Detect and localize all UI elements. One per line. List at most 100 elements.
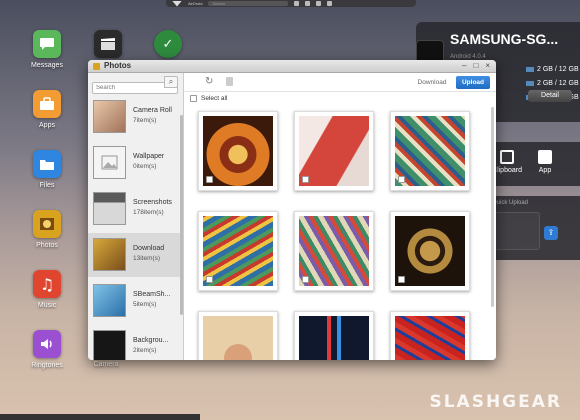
grid-icon[interactable] — [294, 1, 300, 6]
photo-checkbox[interactable] — [302, 176, 309, 183]
music-note-icon: ♫ — [33, 270, 61, 298]
select-all-checkbox[interactable] — [190, 95, 197, 102]
photos-icon — [33, 210, 61, 238]
photo-image — [203, 216, 273, 286]
photo-tile[interactable] — [390, 211, 470, 291]
upload-file-icon[interactable]: ⇪ — [544, 226, 558, 240]
photo-checkbox[interactable] — [206, 176, 213, 183]
close-button[interactable]: × — [485, 61, 490, 70]
album-item-screenshots[interactable]: Screenshots 178item(s) — [88, 187, 182, 231]
photo-checkbox[interactable] — [398, 176, 405, 183]
photo-image — [395, 316, 465, 360]
desktop-icon-label: Camera — [93, 361, 119, 368]
desktop-icon-label: Music — [37, 302, 57, 309]
photo-image — [299, 216, 369, 286]
album-name: Camera Roll — [133, 107, 172, 114]
app-tool[interactable]: App — [528, 150, 562, 174]
grid-scrollbar[interactable] — [491, 107, 494, 307]
settings-icon[interactable] — [305, 1, 311, 6]
photo-checkbox[interactable] — [398, 276, 405, 283]
desktop-icon-camera[interactable]: Camera — [76, 361, 136, 368]
window-titlebar[interactable]: Photos – □ × — [88, 60, 496, 73]
photo-checkbox[interactable] — [206, 276, 213, 283]
album-count: 7item(s) — [133, 117, 157, 124]
album-count: 0item(s) — [133, 163, 157, 170]
apps-icon — [33, 90, 61, 118]
storage-row: 2 GB / 12 GB — [526, 80, 579, 87]
top-search-input[interactable]: Search — [208, 1, 289, 6]
photo-tile[interactable] — [390, 111, 470, 191]
album-count: 5item(s) — [133, 301, 157, 308]
photo-tile[interactable] — [198, 211, 278, 291]
sidebar-scrollbar[interactable] — [180, 115, 183, 315]
desktop-icon-utility[interactable]: ✓ — [138, 30, 198, 58]
desktop-icon-label: Apps — [39, 122, 55, 129]
photo-tile[interactable] — [294, 111, 374, 191]
photo-image — [299, 116, 369, 186]
desktop-icon-label: Files — [39, 182, 55, 189]
select-all-label: Select all — [201, 95, 228, 102]
photo-tile[interactable] — [198, 111, 278, 191]
checkmark-icon: ✓ — [154, 30, 182, 58]
clipboard-label: Clipboard — [492, 167, 522, 174]
photo-tile[interactable] — [294, 211, 374, 291]
photo-image — [395, 216, 465, 286]
photo-image — [299, 316, 369, 360]
desktop-icon-files[interactable]: Files — [17, 150, 77, 189]
album-item-backgrounds[interactable]: Backgrou... 2item(s) — [88, 325, 182, 360]
maximize-button[interactable]: □ — [473, 61, 478, 70]
photo-tile[interactable] — [294, 311, 374, 360]
album-count: 178item(s) — [133, 209, 164, 216]
tools-panel: Clipboard App — [484, 142, 580, 186]
messages-icon — [33, 30, 61, 58]
album-thumbnail — [93, 238, 126, 271]
album-thumbnail — [93, 284, 126, 317]
download-button[interactable]: Download — [412, 76, 452, 89]
power-icon[interactable] — [327, 1, 333, 6]
photo-checkbox[interactable] — [302, 276, 309, 283]
upload-drop-zone[interactable] — [490, 212, 540, 250]
upload-button[interactable]: Upload — [456, 76, 490, 89]
clipboard-icon — [500, 150, 514, 164]
album-name: SBeamSh... — [133, 291, 171, 298]
album-item-sbeam[interactable]: SBeamSh... 5item(s) — [88, 279, 182, 323]
desktop-icon-label: Ringtones — [31, 362, 63, 369]
desktop-icon-messages[interactable]: Messages — [17, 30, 77, 69]
album-count: 13item(s) — [133, 255, 161, 262]
photo-tile[interactable] — [390, 311, 470, 360]
desktop-icon-label: Messages — [31, 62, 63, 69]
app-icon — [538, 150, 552, 164]
album-item-download[interactable]: Download 13item(s) — [88, 233, 182, 277]
photo-grid-area: ↻ Download Upload Select all — [184, 73, 496, 360]
minimize-button[interactable]: – — [462, 61, 466, 70]
desktop-icon-ringtones[interactable]: Ringtones — [17, 330, 77, 369]
photo-image — [203, 116, 273, 186]
album-sidebar: ⌕ Camera Roll 7item(s) Wallpaper 0item(s… — [88, 73, 184, 360]
desktop-icon-apps[interactable]: Apps — [17, 90, 77, 129]
desktop-icon-video[interactable] — [78, 30, 138, 58]
detail-button[interactable]: Detail — [528, 90, 572, 102]
image-placeholder-icon — [93, 146, 126, 179]
trash-icon[interactable] — [226, 77, 233, 86]
album-item-camera-roll[interactable]: Camera Roll 7item(s) — [88, 95, 182, 139]
album-thumbnail — [93, 100, 126, 133]
window-title: Photos — [104, 61, 132, 70]
search-icon[interactable]: ⌕ — [164, 76, 178, 88]
desktop-icon-music[interactable]: ♫ Music — [17, 270, 77, 309]
select-all[interactable]: Select all — [190, 95, 227, 102]
album-name: Wallpaper — [133, 153, 165, 160]
photo-image — [203, 316, 273, 360]
desktop-icon-label: Photos — [36, 242, 58, 249]
photos-app-icon — [93, 63, 100, 70]
taskbar — [0, 414, 200, 420]
storage-row: 2 GB / 12 GB — [526, 66, 579, 73]
photo-tile[interactable] — [198, 311, 278, 360]
clapperboard-icon — [94, 30, 122, 58]
album-item-wallpaper[interactable]: Wallpaper 0item(s) — [88, 141, 182, 185]
folder-icon — [33, 150, 61, 178]
refresh-icon[interactable]: ↻ — [205, 76, 213, 87]
tools-icon[interactable] — [316, 1, 322, 6]
album-search: ⌕ — [92, 76, 178, 94]
album-name: Screenshots — [133, 199, 172, 206]
desktop-icon-photos[interactable]: Photos — [17, 210, 77, 249]
